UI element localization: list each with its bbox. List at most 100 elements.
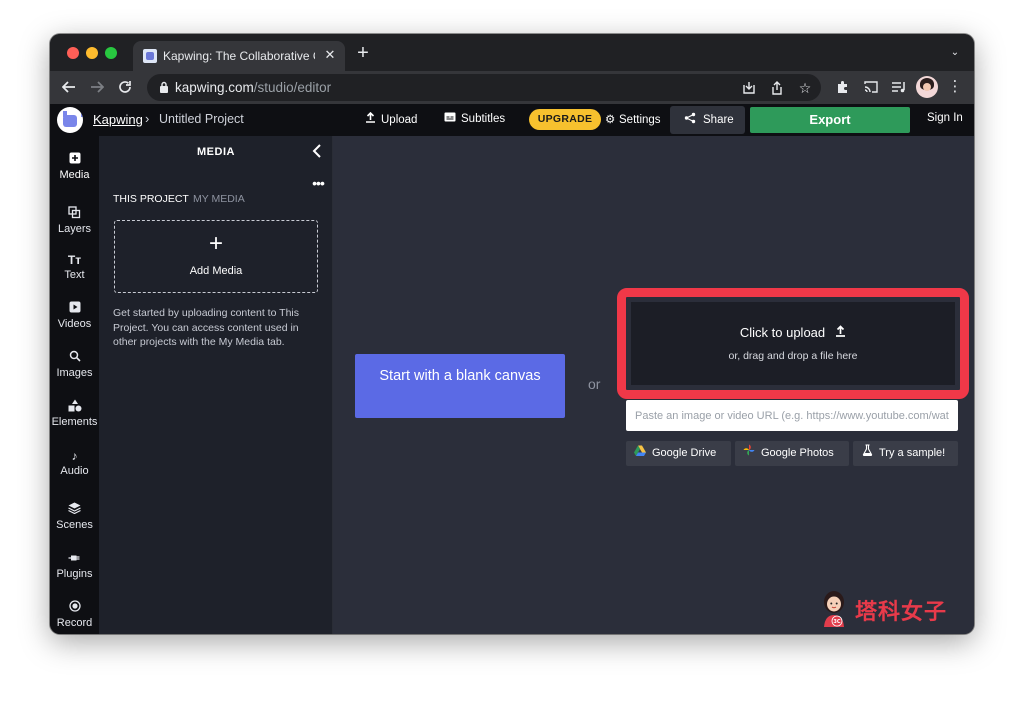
kapwing-header: Kapwing › Untitled Project Upload Subtit…	[50, 104, 974, 136]
google-drive-label: Google Drive	[652, 447, 717, 459]
rail-item-label: Text	[64, 269, 85, 281]
rail-item-layers[interactable]: Layers	[50, 203, 99, 247]
rail-item-text[interactable]: Tт Text	[50, 249, 99, 293]
rail-item-audio[interactable]: ♪ Audio	[50, 445, 99, 489]
tab-search-icon[interactable]: ⌄	[948, 46, 962, 60]
media-icon[interactable]	[889, 77, 909, 97]
export-button[interactable]: Export	[750, 107, 910, 133]
scenes-icon	[50, 502, 99, 518]
google-drive-button[interactable]: Google Drive	[626, 441, 731, 466]
blank-canvas-button[interactable]: Start with a blank canvas	[355, 354, 565, 418]
new-tab-button[interactable]: +	[353, 43, 373, 63]
music-note-icon: ♪	[71, 449, 78, 463]
rail-item-label: Images	[56, 367, 93, 379]
settings-label: Settings	[619, 114, 661, 126]
media-plus-icon	[50, 152, 99, 168]
kebab-menu-icon[interactable]: ⋮	[945, 77, 965, 97]
tab-title: Kapwing: The Collaborative Online Video …	[163, 49, 315, 63]
rail-item-label: Elements	[51, 416, 98, 428]
text-icon: Tт	[67, 253, 82, 267]
rail-item-label: Record	[56, 617, 93, 629]
share-button[interactable]: Share	[670, 106, 745, 134]
media-url-input[interactable]	[626, 400, 958, 431]
rail-item-videos[interactable]: Videos	[50, 298, 99, 342]
rail-item-media[interactable]: Media	[50, 149, 99, 193]
mascot-logo-icon: 3C	[824, 591, 844, 627]
media-panel: MEDIA ••• THIS PROJECT MY MEDIA + Add Me…	[99, 136, 333, 634]
panel-title: MEDIA	[197, 146, 235, 158]
add-media-button[interactable]: + Add Media	[114, 220, 318, 293]
extensions-icon[interactable]	[833, 77, 853, 97]
tab-my-media[interactable]: MY MEDIA	[193, 193, 245, 205]
layers-icon	[50, 206, 99, 222]
upload-icon	[363, 111, 377, 126]
minimize-window-button[interactable]	[86, 47, 98, 59]
share-icon[interactable]	[768, 79, 786, 97]
brand-link[interactable]: Kapwing	[93, 112, 143, 127]
upload-title: Click to upload	[631, 325, 955, 340]
rail-item-label: Scenes	[56, 519, 93, 531]
try-sample-button[interactable]: Try a sample!	[853, 441, 958, 466]
share-icon	[684, 107, 696, 135]
lock-icon[interactable]	[159, 81, 169, 93]
upload-button[interactable]: Upload	[363, 111, 418, 128]
address-bar[interactable]: kapwing.com/studio/editor ☆	[147, 74, 821, 101]
upload-subtitle: or, drag and drop a file here	[728, 350, 858, 362]
project-title[interactable]: Untitled Project	[159, 112, 244, 126]
browser-tab-strip: Kapwing: The Collaborative Online Video …	[50, 34, 974, 71]
upgrade-button[interactable]: UPGRADE	[529, 109, 601, 130]
reload-icon[interactable]	[115, 77, 135, 97]
kapwing-logo-icon[interactable]	[57, 107, 83, 133]
search-icon	[50, 350, 99, 366]
rail-item-record[interactable]: Record	[50, 597, 99, 634]
upload-dropzone[interactable]: Click to upload or, drag and drop a file…	[631, 302, 955, 385]
watermark-badge: 3C	[833, 619, 840, 625]
settings-button[interactable]: ⚙ Settings	[605, 112, 661, 128]
google-photos-label: Google Photos	[761, 447, 834, 459]
upload-label: Upload	[381, 114, 418, 126]
url-host: kapwing.com	[175, 80, 254, 95]
screenshot-stage: Kapwing: The Collaborative Online Video …	[0, 0, 1024, 701]
rail-item-elements[interactable]: Elements	[50, 396, 99, 440]
rail-item-label: Media	[59, 169, 90, 181]
install-icon[interactable]	[740, 79, 758, 97]
back-arrow-icon[interactable]	[59, 77, 79, 97]
profile-avatar[interactable]	[916, 76, 938, 98]
cast-icon[interactable]	[861, 77, 881, 97]
canvas-area: Start with a blank canvas or Click to up…	[333, 136, 974, 634]
rail-item-scenes[interactable]: Scenes	[50, 499, 99, 543]
share-label: Share	[703, 114, 734, 126]
subtitles-icon	[443, 112, 457, 125]
collapse-panel-icon[interactable]	[309, 142, 325, 160]
tool-rail: Media Layers Tт Text Videos Images Eleme…	[50, 136, 99, 634]
google-photos-button[interactable]: Google Photos	[735, 441, 849, 466]
browser-window: Kapwing: The Collaborative Online Video …	[50, 34, 974, 634]
sign-in-link[interactable]: Sign In	[927, 112, 963, 124]
close-window-button[interactable]	[67, 47, 79, 59]
record-icon	[50, 600, 99, 616]
url-text: kapwing.com/studio/editor	[175, 80, 331, 96]
kapwing-favicon-icon	[143, 49, 157, 63]
upload-title-text: Click to upload	[739, 325, 826, 340]
forward-arrow-icon[interactable]	[87, 77, 107, 97]
plugin-icon	[50, 551, 99, 567]
rail-item-label: Videos	[57, 318, 92, 330]
rail-item-images[interactable]: Images	[50, 347, 99, 391]
plus-icon: +	[208, 230, 223, 257]
shapes-icon	[50, 399, 99, 415]
browser-tab[interactable]: Kapwing: The Collaborative Online Video …	[133, 41, 345, 71]
more-options-icon[interactable]: •••	[310, 176, 326, 190]
maximize-window-button[interactable]	[105, 47, 117, 59]
subtitles-button[interactable]: Subtitles	[443, 112, 505, 128]
media-help-text: Get started by uploading content to This…	[113, 307, 300, 348]
tab-this-project[interactable]: THIS PROJECT	[113, 193, 189, 205]
watermark: 3C 塔科女子	[770, 590, 965, 630]
upload-arrow-icon	[835, 325, 846, 340]
tab-close-icon[interactable]: ✕	[322, 47, 338, 63]
or-separator: or	[588, 376, 601, 392]
try-sample-label: Try a sample!	[879, 447, 946, 459]
star-icon[interactable]: ☆	[796, 79, 814, 97]
breadcrumb-separator: ›	[145, 111, 150, 126]
rail-item-plugins[interactable]: Plugins	[50, 548, 99, 592]
rail-item-label: Audio	[60, 465, 89, 477]
